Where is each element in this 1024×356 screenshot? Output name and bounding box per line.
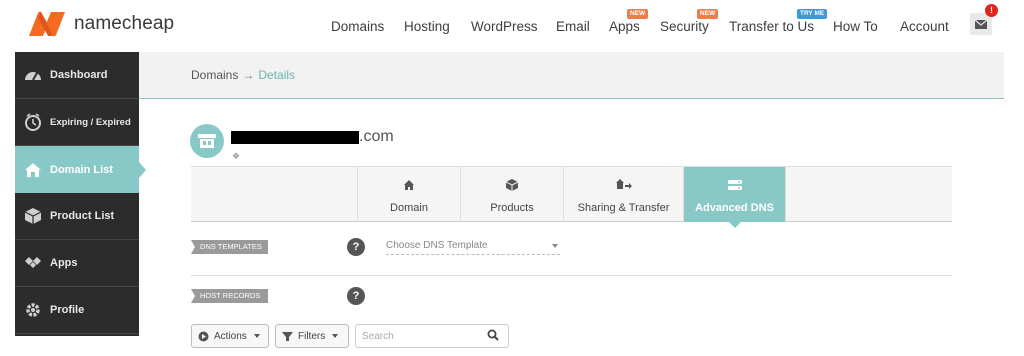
share-icon <box>615 179 632 189</box>
sidebar-item-label: Dashboard <box>50 69 108 81</box>
brand-name: namecheap <box>74 13 175 34</box>
dns-templates-help-icon[interactable]: ? <box>347 238 365 256</box>
box-icon <box>505 179 519 191</box>
home-icon <box>404 180 414 190</box>
sidebar-item-label: Product List <box>50 210 115 222</box>
nav-hosting[interactable]: Hosting <box>404 19 450 34</box>
apps-new-badge: NEW <box>627 9 649 19</box>
actions-label: Actions <box>214 330 247 342</box>
domain-name-suffix: .com <box>359 128 394 145</box>
tab-products[interactable]: Products <box>460 167 563 222</box>
sidebar-item-domain-list[interactable]: Domain List <box>15 146 146 193</box>
mail-icon <box>975 19 987 29</box>
sidebar-item-label: Domain List <box>50 163 113 176</box>
server-icon <box>727 180 742 190</box>
sidebar-item-label: Profile <box>50 304 85 316</box>
tab-label: Domain <box>390 202 428 214</box>
host-records-label: HOST RECORDS <box>191 289 268 303</box>
security-new-badge: NEW <box>697 9 719 19</box>
chevron-down-icon <box>332 334 339 338</box>
apps-icon <box>25 257 41 268</box>
nav-transfer-to-us[interactable]: Transfer to Us <box>729 19 814 34</box>
home-icon <box>25 162 41 177</box>
box-icon <box>24 208 42 224</box>
sidebar: Dashboard Expiring / Expired Domain List… <box>15 52 146 336</box>
transfer-try-badge: TRY ME <box>797 9 828 19</box>
filter-icon <box>282 331 293 341</box>
sidebar-item-label: Expiring / Expired <box>50 116 131 128</box>
dns-template-select-value: Choose DNS Template <box>386 240 488 251</box>
tab-label: Products <box>490 202 534 214</box>
clock-icon <box>25 113 41 131</box>
search-input[interactable] <box>355 324 509 348</box>
chevron-down-icon <box>253 334 260 338</box>
nav-domains[interactable]: Domains <box>331 19 384 34</box>
domain-store-avatar <box>190 124 224 158</box>
tab-sharing-transfer[interactable]: Sharing & Transfer <box>563 167 683 222</box>
tab-advanced-dns[interactable]: Advanced DNS <box>683 167 785 228</box>
gauge-icon <box>25 72 41 81</box>
sidebar-item-apps[interactable]: Apps <box>15 240 139 287</box>
chevron-down-icon <box>552 244 558 248</box>
nav-wordpress[interactable]: WordPress <box>471 19 538 34</box>
breadcrumb-band: Domains → Details <box>139 52 1004 99</box>
notification-alert-badge: ! <box>985 4 998 17</box>
breadcrumb: Domains → Details <box>191 68 295 82</box>
sidebar-item-expiring[interactable]: Expiring / Expired <box>15 99 139 146</box>
namecheap-logo[interactable]: namecheap <box>26 9 174 39</box>
dns-template-select[interactable]: Choose DNS Template <box>386 237 560 255</box>
host-records-help-icon[interactable]: ? <box>347 287 365 305</box>
actions-dropdown-button[interactable]: Actions <box>191 324 269 348</box>
nav-email[interactable]: Email <box>556 19 590 34</box>
sidebar-item-label: Apps <box>50 257 78 269</box>
filters-label: Filters <box>298 330 326 342</box>
tab-label: Sharing & Transfer <box>577 202 670 214</box>
tag-icon[interactable]: ❖ <box>232 151 240 162</box>
breadcrumb-separator: → <box>242 68 255 82</box>
store-icon <box>198 134 216 148</box>
sidebar-item-product-list[interactable]: Product List <box>15 193 139 240</box>
dns-templates-label: DNS TEMPLATES <box>191 240 268 254</box>
nav-how-to[interactable]: How To <box>833 19 878 34</box>
section-divider <box>191 275 952 276</box>
nav-apps[interactable]: Apps <box>609 19 640 34</box>
breadcrumb-current: Details <box>258 68 296 82</box>
domain-name-redacted <box>231 131 359 144</box>
sidebar-item-profile[interactable]: Profile <box>15 287 139 334</box>
namecheap-logo-icon <box>29 11 65 37</box>
tab-label: Advanced DNS <box>695 202 774 214</box>
tab-divider <box>785 167 786 222</box>
top-header: namecheap Domains Hosting WordPress Emai… <box>0 0 1024 52</box>
nav-security[interactable]: Security <box>660 19 709 34</box>
filters-dropdown-button[interactable]: Filters <box>275 324 349 348</box>
domain-tabs: Domain Products Sharing & Transfer Advan… <box>191 166 952 228</box>
nav-account[interactable]: Account <box>900 19 949 34</box>
play-circle-icon <box>198 331 209 341</box>
tab-domain[interactable]: Domain <box>357 167 460 222</box>
sidebar-item-dashboard[interactable]: Dashboard <box>15 52 139 99</box>
search-icon[interactable] <box>487 329 499 341</box>
gear-icon <box>26 303 40 317</box>
breadcrumb-domains-link[interactable]: Domains <box>191 68 238 82</box>
